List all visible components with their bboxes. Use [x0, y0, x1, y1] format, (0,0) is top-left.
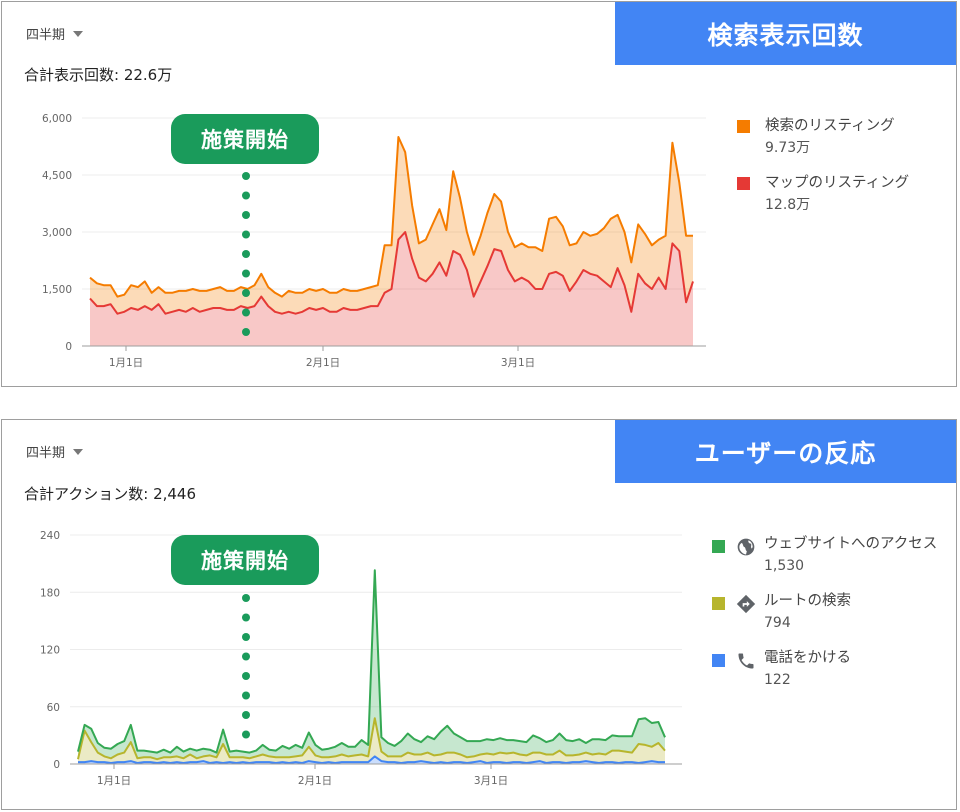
campaign-marker-dot	[242, 672, 250, 680]
y-tick-label: 240	[40, 530, 60, 542]
y-tick-label: 1,500	[42, 284, 72, 296]
legend-label: 電話をかける	[764, 650, 851, 666]
y-tick-label: 0	[65, 341, 72, 353]
campaign-start-label: 施策開始	[171, 114, 319, 164]
y-tick-label: 180	[40, 587, 60, 599]
y-tick-label: 6,000	[42, 113, 72, 125]
legend-item-maps[interactable]: マップのリスティング 12.8万	[737, 174, 909, 215]
legend-value: 794	[764, 615, 791, 631]
legend-label: ウェブサイトへのアクセス	[764, 536, 938, 552]
legend-swatch	[712, 597, 725, 610]
campaign-start-label: 施策開始	[171, 535, 319, 585]
legend-value: 122	[764, 672, 791, 688]
phone-icon	[738, 653, 754, 669]
legend-item-directions[interactable]: ルートの検索 794	[712, 592, 948, 633]
legend-item-search[interactable]: 検索のリスティング 9.73万	[737, 117, 909, 158]
legend-item-website[interactable]: ウェブサイトへのアクセス 1,530	[712, 535, 948, 576]
campaign-marker-dot	[242, 613, 250, 622]
legend-value: 12.8万	[765, 197, 811, 213]
campaign-marker-dot	[242, 328, 250, 336]
legend-label: マップのリスティング	[765, 175, 910, 191]
campaign-marker-dot	[242, 308, 250, 317]
campaign-marker-dot	[242, 652, 250, 661]
legend-label: 検索のリスティング	[765, 118, 895, 134]
impressions-panel: 検索表示回数 四半期 合計表示回数: 22.6万 0 1,500 3,000 4,50…	[1, 1, 957, 387]
x-tick-label: 3月1日	[474, 775, 508, 787]
x-tick-label: 2月1日	[306, 357, 340, 369]
campaign-marker-dot	[242, 730, 250, 739]
chart-legend: 検索のリスティング 9.73万 マップのリスティング 12.8万	[737, 117, 909, 231]
campaign-marker-dot	[242, 250, 250, 258]
chart-legend: ウェブサイトへのアクセス 1,530 ルートの検索 794 電話をかける 122	[712, 535, 948, 706]
x-tick-label: 3月1日	[501, 357, 535, 369]
campaign-marker-dot	[242, 633, 250, 641]
legend-value: 9.73万	[765, 140, 811, 156]
globe-icon	[737, 538, 755, 556]
x-tick-label: 2月1日	[298, 775, 332, 787]
legend-item-calls[interactable]: 電話をかける 122	[712, 649, 948, 690]
legend-value: 1,530	[764, 558, 805, 574]
y-tick-label: 0	[53, 759, 60, 771]
y-tick-label: 60	[47, 702, 60, 714]
directions-icon	[736, 594, 756, 614]
y-tick-label: 120	[40, 645, 60, 657]
campaign-marker-dot	[242, 172, 250, 180]
campaign-marker-dot	[242, 269, 250, 278]
legend-swatch	[737, 177, 750, 190]
campaign-marker-dot	[242, 191, 250, 200]
campaign-marker-dot	[242, 594, 250, 602]
legend-swatch	[737, 120, 750, 133]
y-tick-label: 3,000	[42, 227, 72, 239]
y-tick-label: 4,500	[42, 170, 72, 182]
campaign-marker-dot	[242, 211, 250, 219]
x-tick-label: 1月1日	[109, 357, 143, 369]
campaign-marker-dot	[242, 711, 250, 719]
campaign-marker-dot	[242, 691, 250, 700]
legend-swatch	[712, 540, 725, 553]
legend-label: ルートの検索	[764, 593, 851, 609]
campaign-marker-dot	[242, 289, 250, 297]
actions-panel: ユーザーの反応 四半期 合計アクション数: 2,446 0 60 120 180 240…	[1, 419, 957, 810]
x-tick-label: 1月1日	[97, 775, 131, 787]
campaign-marker-dot	[242, 230, 250, 239]
legend-swatch	[712, 654, 725, 667]
